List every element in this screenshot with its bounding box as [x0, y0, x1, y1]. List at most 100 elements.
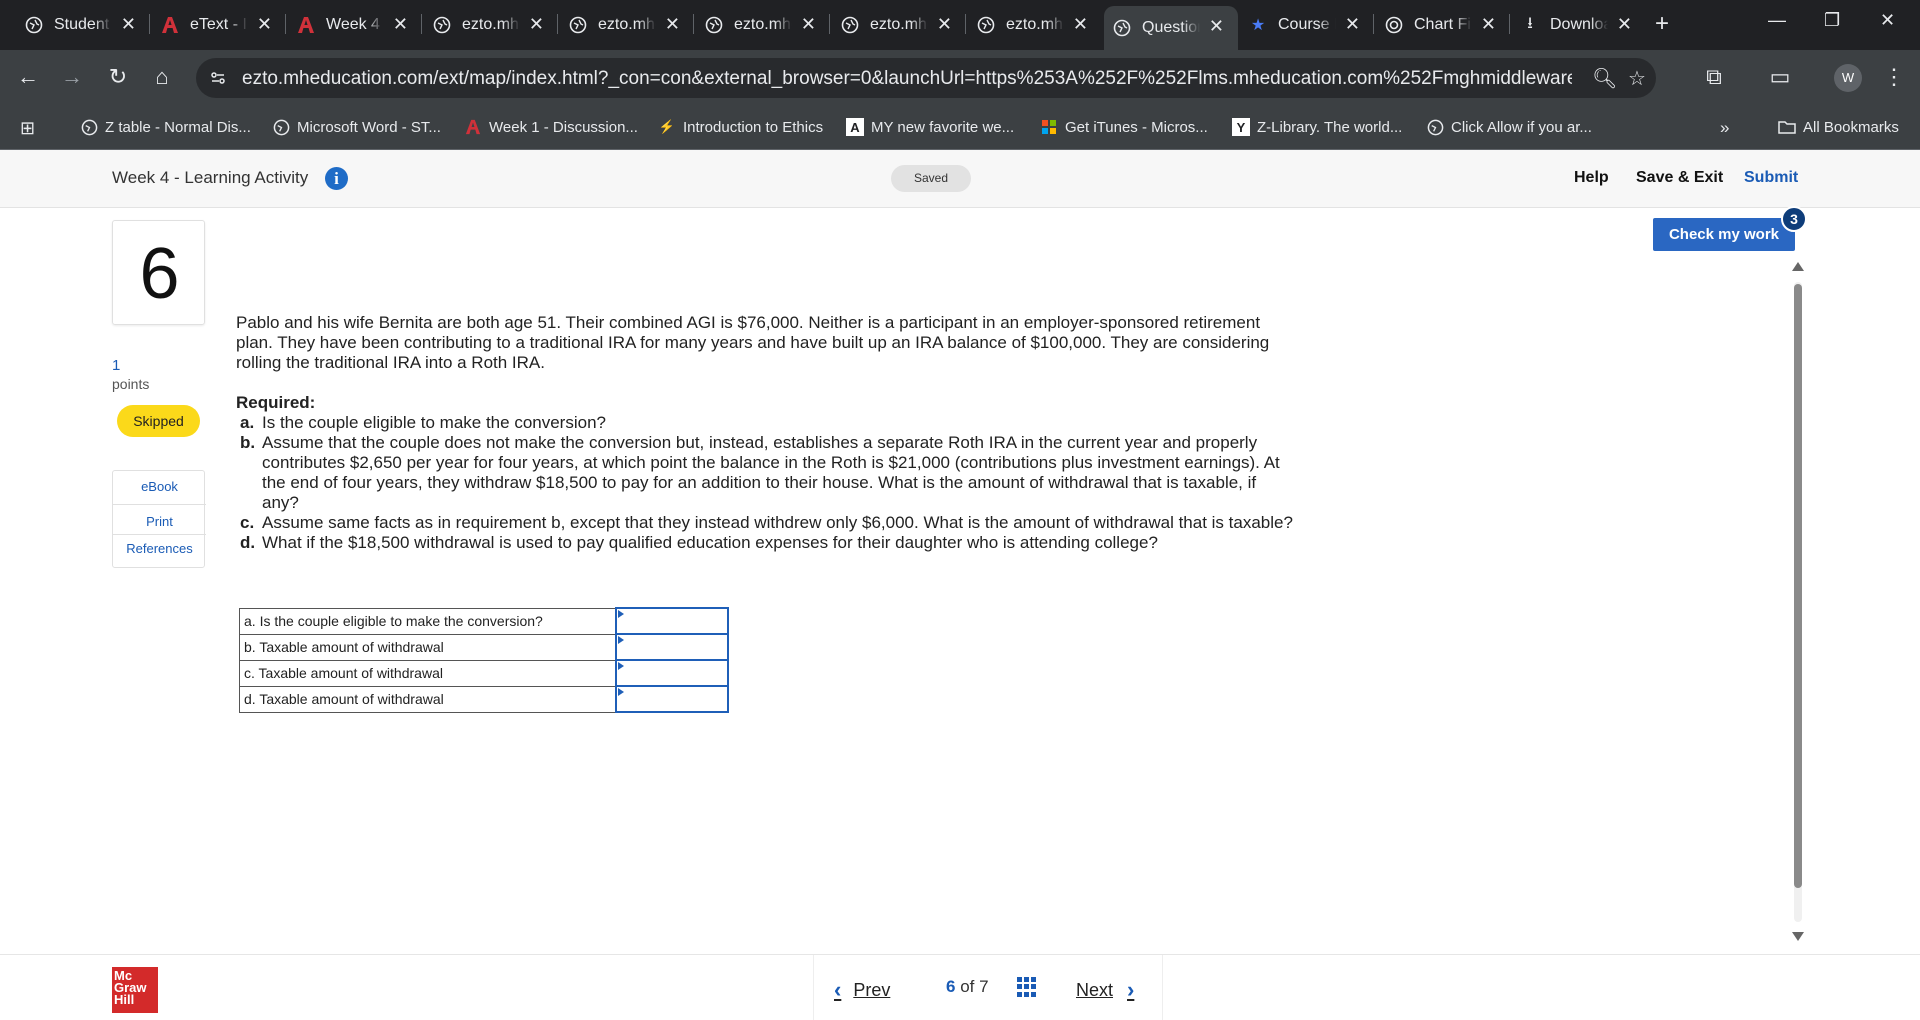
z-library-icon: Y [1232, 118, 1250, 136]
back-arrow-icon[interactable]: ← [14, 64, 42, 90]
answer-cell[interactable] [614, 659, 729, 687]
close-window-button[interactable]: ✕ [1880, 10, 1895, 31]
browser-tab[interactable]: ezto.mheducation ✕ [696, 10, 830, 40]
table-row: a. Is the couple eligible to make the co… [239, 607, 729, 635]
next-button[interactable]: Next › [1076, 977, 1134, 1003]
browser-tab[interactable]: Chart Finder ✕ [1376, 10, 1510, 40]
bookmark-item[interactable]: Z table - Normal Dis... [80, 118, 251, 136]
requirement-item: a. Is the couple eligible to make the con… [240, 413, 606, 432]
browser-tab-bar: Student Dashboard ✕ eText - Individual ✕… [0, 0, 1920, 50]
browser-tab[interactable]: ezto.mheducation ✕ [560, 10, 694, 40]
restore-button[interactable]: ❐ [1824, 10, 1840, 31]
answer-input-c[interactable] [616, 662, 727, 684]
arizona-a-icon [160, 15, 180, 35]
browser-tab[interactable]: ezto.mheducation ✕ [968, 10, 1102, 40]
browser-tab[interactable]: eText - Individual ✕ [152, 10, 286, 40]
star-icon: ★ [1250, 17, 1266, 34]
question-tools: eBook Print References [112, 470, 206, 568]
help-link[interactable]: Help [1574, 169, 1609, 187]
scrollbar[interactable] [1791, 262, 1805, 942]
status-badge: Skipped [117, 405, 200, 437]
minimize-button[interactable]: — [1768, 10, 1786, 31]
question-grid-icon[interactable] [1017, 977, 1037, 997]
bookmarks-bar: ⊞ Z table - Normal Dis... Microsoft Word… [0, 106, 1920, 150]
close-icon[interactable]: ✕ [801, 14, 816, 35]
question-number: 6 [139, 234, 180, 314]
address-bar[interactable]: ezto.mheducation.com/ext/map/index.html?… [196, 58, 1656, 98]
browser-tab[interactable]: Student Dashboard ✕ [16, 10, 150, 40]
check-count-badge: 3 [1781, 206, 1807, 232]
browser-tab[interactable]: Week 4 - Learning ✕ [288, 10, 422, 40]
screen-cast-icon[interactable]: ▭ [1766, 64, 1794, 90]
answer-label: a. Is the couple eligible to make the co… [239, 607, 616, 635]
browser-toolbar: ← → ↻ ⌂ ezto.mheducation.com/ext/map/ind… [0, 50, 1920, 106]
chatgpt-icon [1384, 15, 1404, 35]
scroll-up-arrow-icon[interactable] [1792, 262, 1804, 271]
bookmark-item[interactable]: Get iTunes - Micros... [1040, 118, 1208, 136]
url-text[interactable]: ezto.mheducation.com/ext/map/index.html?… [242, 68, 1572, 90]
close-icon[interactable]: ✕ [1209, 16, 1224, 37]
table-row: d. Taxable amount of withdrawal [239, 685, 729, 713]
browser-tab-active[interactable]: Question 6 ✕ [1104, 6, 1238, 50]
browser-tab[interactable]: ⭳ Downloads ✕ [1512, 10, 1646, 40]
answer-input-b[interactable] [616, 636, 727, 658]
scroll-down-arrow-icon[interactable] [1792, 932, 1804, 941]
close-icon[interactable]: ✕ [937, 14, 952, 35]
new-tab-button[interactable]: + [1655, 10, 1669, 38]
windows-store-icon [1040, 118, 1058, 136]
saved-status: Saved [891, 165, 971, 192]
bookmark-item[interactable]: Click Allow if you ar... [1426, 118, 1592, 136]
print-link[interactable]: Print [113, 504, 206, 529]
leaf-icon: ⚡ [658, 119, 676, 134]
answer-label: d. Taxable amount of withdrawal [239, 685, 616, 713]
close-icon[interactable]: ✕ [1617, 14, 1632, 35]
page-indicator: 6 of 7 [946, 977, 989, 996]
apps-grid-icon[interactable]: ⊞ [20, 118, 35, 139]
browser-tab[interactable]: ezto.mheducation ✕ [424, 10, 558, 40]
all-bookmarks-button[interactable]: All Bookmarks [1778, 118, 1899, 136]
close-icon[interactable]: ✕ [529, 14, 544, 35]
bookmark-item[interactable]: Microsoft Word - ST... [272, 118, 441, 136]
close-icon[interactable]: ✕ [393, 14, 408, 35]
close-icon[interactable]: ✕ [257, 14, 272, 35]
close-icon[interactable]: ✕ [1481, 14, 1496, 35]
footer: Mc Graw Hill ‹ Prev 6 of 7 Next › [0, 954, 1920, 1020]
profile-avatar[interactable]: W [1834, 64, 1862, 92]
bookmark-item[interactable]: Y Z-Library. The world... [1232, 118, 1402, 136]
ebook-link[interactable]: eBook [113, 479, 206, 494]
bookmark-item[interactable]: ⚡ Introduction to Ethics [658, 118, 823, 136]
close-icon[interactable]: ✕ [121, 14, 136, 35]
requirement-item: d. What if the $18,500 withdrawal is used… [240, 533, 1158, 552]
answer-cell[interactable] [614, 685, 729, 713]
reload-icon[interactable]: ↻ [104, 64, 132, 90]
zoom-icon[interactable]: 🔍︎ [1592, 66, 1617, 91]
browser-tab[interactable]: ezto.mheducation ✕ [832, 10, 966, 40]
check-my-work-button[interactable]: Check my work [1653, 218, 1795, 251]
forward-arrow-icon[interactable]: → [58, 64, 86, 90]
answer-cell[interactable] [614, 607, 729, 635]
close-icon[interactable]: ✕ [1345, 14, 1360, 35]
answer-input-a[interactable] [616, 610, 727, 632]
save-exit-link[interactable]: Save & Exit [1636, 169, 1723, 187]
browser-tab[interactable]: ★ Course Hero ✕ [1240, 10, 1374, 40]
home-icon[interactable]: ⌂ [148, 64, 176, 90]
prev-button[interactable]: ‹ Prev [834, 977, 890, 1003]
close-icon[interactable]: ✕ [1073, 14, 1088, 35]
bookmarks-overflow-button[interactable]: » [1720, 118, 1729, 138]
menu-kebab-icon[interactable]: ⋮ [1880, 64, 1908, 90]
download-icon: ⭳ [1527, 14, 1533, 32]
bookmark-item[interactable]: A MY new favorite we... [846, 118, 1014, 136]
close-icon[interactable]: ✕ [665, 14, 680, 35]
scroll-thumb[interactable] [1794, 284, 1802, 888]
answer-cell[interactable] [614, 633, 729, 661]
required-heading: Required: [236, 393, 316, 412]
answer-input-d[interactable] [616, 688, 727, 710]
references-link[interactable]: References [113, 534, 206, 556]
site-settings-icon[interactable] [208, 68, 228, 88]
bookmark-item[interactable]: Week 1 - Discussion... [464, 118, 638, 136]
bookmark-star-icon[interactable]: ☆ [1628, 66, 1646, 91]
extensions-icon[interactable]: ⧉ [1700, 64, 1728, 90]
submit-link[interactable]: Submit [1744, 169, 1798, 187]
answer-label: c. Taxable amount of withdrawal [239, 659, 616, 687]
info-icon[interactable]: i [325, 167, 348, 190]
